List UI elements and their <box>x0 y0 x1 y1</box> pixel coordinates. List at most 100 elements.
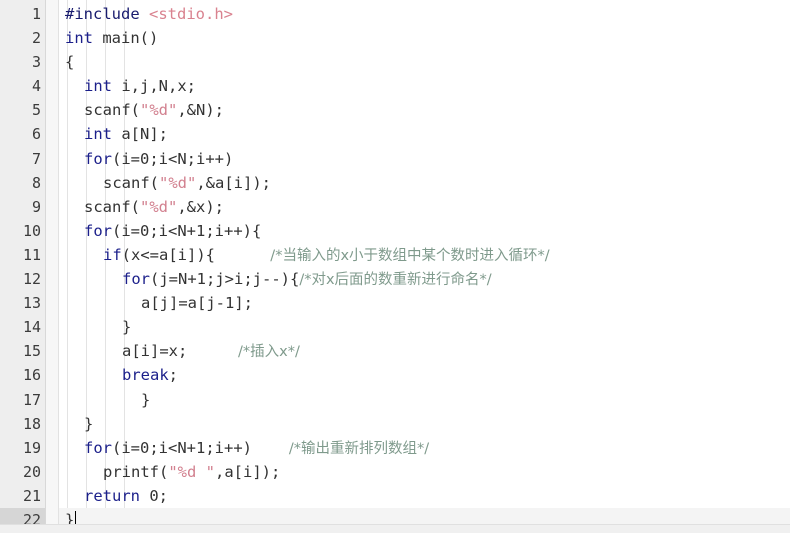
code-token-pl: ; <box>168 366 179 385</box>
code-line[interactable]: for(i=0;i<N;i++) <box>59 147 790 171</box>
code-token-pre: #include <box>65 5 149 23</box>
code-line[interactable]: break; <box>59 363 790 387</box>
code-token-pl: (i=0;i<N+1;i++){ <box>112 221 262 240</box>
code-token-kw: return <box>84 486 140 505</box>
line-number: 8 <box>31 173 41 192</box>
line-number-row[interactable]: 12 <box>0 267 55 291</box>
line-number-row[interactable]: 19 <box>0 436 45 460</box>
code-folding-rail[interactable] <box>46 0 59 533</box>
code-line[interactable]: if(x<=a[i]){ /*当输入的x小于数组中某个数时进入循环*/ <box>59 243 790 267</box>
line-number: 12 <box>22 270 41 289</box>
code-editor[interactable]: 1 2 3 4 5 6 7 8 9 10 11 12 13 14 15 16 17 18 19 20 21 22 #inc… <box>0 0 790 533</box>
line-number: 19 <box>22 438 41 457</box>
code-token-cm: /*插入x*/ <box>187 344 300 361</box>
code-line[interactable]: scanf("%d",&a[i]); <box>59 171 790 195</box>
code-token-pl: ,&a[i]); <box>196 173 271 192</box>
code-line[interactable]: { <box>59 50 790 74</box>
code-token-pl: } <box>122 318 132 337</box>
line-number: 14 <box>22 318 41 337</box>
code-line[interactable]: for(i=0;i<N+1;i++) /*输出重新排列数组*/ <box>59 436 790 460</box>
code-line[interactable]: int i,j,N,x; <box>59 74 790 98</box>
editor-bottom-strip <box>0 524 790 533</box>
code-line[interactable]: } <box>59 388 790 412</box>
code-token-kw: for <box>84 221 112 240</box>
line-number: 6 <box>31 125 41 144</box>
code-token-cm: /*当输入的x小于数组中某个数时进入循环*/ <box>215 247 550 264</box>
line-number-row[interactable]: 1 <box>0 2 45 26</box>
code-line[interactable]: #include <stdio.h> <box>59 2 790 26</box>
line-number-row[interactable]: 11 <box>0 243 55 267</box>
line-number-row[interactable]: 17 <box>0 388 45 412</box>
line-number: 10 <box>22 221 41 240</box>
code-token-kw: if <box>103 245 122 264</box>
line-number-row[interactable]: 21 <box>0 484 45 508</box>
line-number-row[interactable]: 13 <box>0 291 45 315</box>
line-number: 5 <box>31 101 41 120</box>
code-line[interactable]: scanf("%d",&N); <box>59 98 790 122</box>
line-number-row[interactable]: 15 <box>0 339 45 363</box>
code-token-kw: for <box>84 149 112 168</box>
line-number: 1 <box>31 5 41 23</box>
code-line[interactable]: int a[N]; <box>59 122 790 146</box>
code-line[interactable]: for(j=N+1;j>i;j--){/*对x后面的数重新进行命名*/ <box>59 267 790 291</box>
code-token-pl: ,a[i]); <box>215 462 281 481</box>
code-token-pl: (i=0;i<N;i++) <box>112 149 234 168</box>
line-number-row[interactable]: 10 <box>0 219 55 243</box>
line-number: 21 <box>22 486 41 505</box>
code-token-pl: a[N]; <box>112 125 168 144</box>
line-number: 9 <box>31 197 41 216</box>
code-token-kw: int <box>84 125 112 144</box>
line-number-row[interactable]: 16 <box>0 363 45 387</box>
line-number: 7 <box>31 149 41 168</box>
line-number: 13 <box>22 294 41 313</box>
line-number: 16 <box>22 366 41 385</box>
line-number-row[interactable]: 20 <box>0 460 45 484</box>
code-line[interactable]: for(i=0;i<N+1;i++){ <box>59 219 790 243</box>
code-line[interactable]: int main() <box>59 26 790 50</box>
code-line[interactable]: printf("%d ",a[i]); <box>59 460 790 484</box>
line-number: 3 <box>31 53 41 72</box>
line-number: 20 <box>22 462 41 481</box>
code-line[interactable]: } <box>59 412 790 436</box>
code-token-kw: break <box>122 366 169 385</box>
code-token-pl: main() <box>93 29 159 48</box>
code-token-pl: a[j]=a[j-1]; <box>141 294 253 313</box>
line-number-row[interactable]: 3 <box>0 50 55 74</box>
line-number-row[interactable]: 6 <box>0 122 45 146</box>
code-token-cm: /*对x后面的数重新进行命名*/ <box>299 272 492 289</box>
line-number-gutter: 1 2 3 4 5 6 7 8 9 10 11 12 13 14 15 16 17 18 19 20 21 22 <box>0 0 55 533</box>
line-number: 18 <box>22 414 41 433</box>
line-number-row[interactable]: 2 <box>0 26 45 50</box>
code-line[interactable]: scanf("%d",&x); <box>59 195 790 219</box>
line-number: 17 <box>22 390 41 409</box>
code-line[interactable]: a[j]=a[j-1]; <box>59 291 790 315</box>
code-token-str: "%d" <box>140 101 178 120</box>
code-token-str: "%d" <box>140 197 178 216</box>
line-number-row[interactable]: 4 <box>0 74 45 98</box>
code-token-pl: (j=N+1;j>i;j--){ <box>150 270 300 289</box>
code-line[interactable]: a[i]=x; /*插入x*/ <box>59 339 790 363</box>
code-token-kw: for <box>122 270 150 289</box>
code-token-pl: } <box>84 414 94 433</box>
line-number-row[interactable]: 5 <box>0 98 45 122</box>
line-number: 11 <box>22 245 41 264</box>
code-token-str: "%d" <box>159 173 197 192</box>
code-token-str: "%d " <box>168 462 215 481</box>
code-token-pl: i,j,N,x; <box>112 77 196 96</box>
code-token-pl: 0; <box>140 486 168 505</box>
line-number: 15 <box>22 342 41 361</box>
code-token-kw: int <box>84 77 112 96</box>
code-line[interactable]: } <box>59 315 790 339</box>
line-number-row[interactable]: 7 <box>0 147 45 171</box>
code-content-area[interactable]: #include <stdio.h> int main(){int i,j,N,x… <box>59 0 790 533</box>
code-token-pl: } <box>141 390 151 409</box>
code-line[interactable]: return 0; <box>59 484 790 508</box>
code-token-pl: scanf( <box>84 197 140 216</box>
code-token-kw: int <box>65 29 93 48</box>
line-number-row[interactable]: 8 <box>0 171 45 195</box>
code-token-pl: (i=0;i<N+1;i++) <box>112 438 252 457</box>
line-number-row[interactable]: 14 <box>0 315 45 339</box>
code-token-pl: printf( <box>103 462 169 481</box>
line-number-row[interactable]: 18 <box>0 412 45 436</box>
line-number-row[interactable]: 9 <box>0 195 45 219</box>
